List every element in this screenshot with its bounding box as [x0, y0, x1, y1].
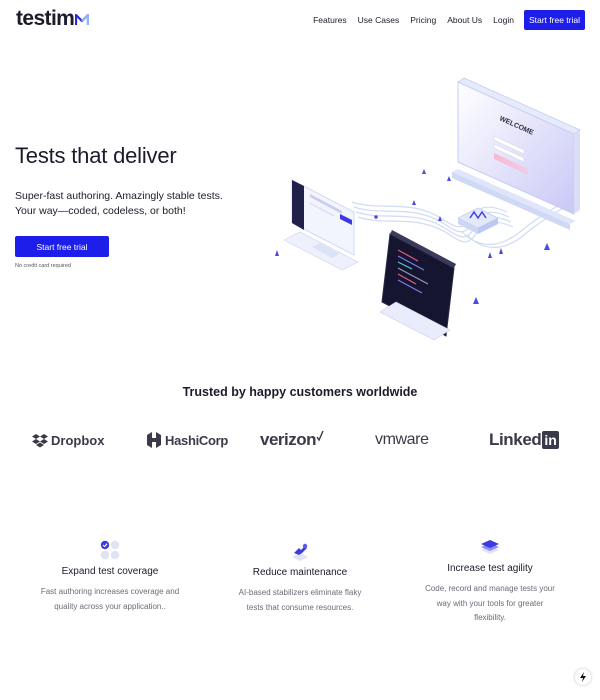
lightning-bolt-icon: [580, 672, 586, 682]
hashicorp-mark-icon: [147, 432, 161, 448]
left-monitor: [283, 179, 359, 271]
nav-login[interactable]: Login: [493, 15, 514, 25]
feature-desc-line: tests that consume resources.: [246, 602, 354, 612]
verizon-check-icon: [316, 430, 324, 442]
trusted-title: Trusted by happy customers worldwide: [182, 385, 418, 399]
coverage-icon: [100, 540, 120, 560]
feature-desc-line: Code, record and manage tests your: [425, 584, 555, 593]
customer-logos: Dropbox HashiCorp verizon vmware Linked …: [0, 424, 600, 456]
bolt-widget-button[interactable]: [575, 669, 591, 685]
agility-icon: [481, 540, 499, 554]
hashicorp-wordmark: HashiCorp: [165, 432, 229, 448]
no-credit-card-note: No credit card required: [15, 263, 71, 269]
vmware-wordmark: vmware: [375, 431, 429, 448]
linkedin-wordmark: Linked: [489, 430, 542, 449]
vmware-logo: vmware: [375, 424, 429, 456]
nav-use-cases[interactable]: Use Cases: [358, 15, 400, 25]
linkedin-logo: Linked in: [489, 424, 559, 456]
main-nav: Features Use Cases Pricing About Us Logi…: [302, 10, 585, 30]
feature-desc-line: Fast authoring increases coverage and: [40, 587, 180, 596]
hero-illustration: WELCOME: [275, 77, 581, 341]
testim-logo[interactable]: testim: [16, 7, 90, 30]
feature-description: Fast authoring increases coverage and qu…: [25, 585, 195, 614]
maintenance-icon: [292, 543, 308, 561]
feature-desc-line: way with your tools for greater: [436, 598, 544, 608]
decor-dot: [374, 215, 378, 219]
hero-start-trial-button[interactable]: Start free trial: [15, 236, 109, 257]
feature-title: Expand test coverage: [61, 566, 159, 577]
feature-description: AI-based stabilizers eliminate flaky tes…: [215, 586, 385, 615]
dropbox-wordmark: Dropbox: [51, 432, 105, 448]
feature-expand-coverage: Expand test coverage Fast authoring incr…: [25, 540, 195, 614]
feature-increase-agility: Increase test agility Code, record and m…: [405, 539, 575, 626]
nav-about-us[interactable]: About Us: [447, 15, 482, 25]
verizon-logo: verizon: [260, 424, 324, 456]
nav-features[interactable]: Features: [313, 15, 347, 25]
nav-pricing[interactable]: Pricing: [410, 15, 436, 25]
feature-desc-line: flexibility.: [474, 613, 506, 622]
logo-wordmark: testim: [16, 7, 75, 30]
verizon-wordmark: verizon: [260, 430, 317, 449]
hero-subtitle: Super-fast authoring. Amazingly stable t…: [15, 189, 223, 218]
hero-subtitle-line2: Your way—coded, codeless, or both!: [15, 204, 186, 217]
hashicorp-logo: HashiCorp: [146, 424, 228, 456]
feature-title: Reduce maintenance: [252, 567, 348, 578]
header-start-trial-button[interactable]: Start free trial: [523, 10, 585, 30]
feature-title: Increase test agility: [447, 563, 533, 574]
feature-description: Code, record and manage tests your way w…: [405, 582, 575, 626]
feature-desc-line: AI-based stabilizers eliminate flaky: [238, 588, 362, 597]
feature-reduce-maintenance: Reduce maintenance AI-based stabilizers …: [215, 541, 385, 615]
feature-desc-line: quality across your application..: [54, 601, 166, 611]
welcome-monitor: WELCOME: [452, 77, 581, 230]
site-header: testim Features Use Cases Pricing About …: [0, 0, 600, 40]
dropbox-box-icon: [32, 433, 48, 447]
linkedin-in-badge: in: [542, 431, 559, 449]
logo-m-icon: [75, 14, 90, 25]
code-monitor: [379, 230, 456, 341]
dropbox-logo: Dropbox: [31, 424, 104, 456]
hero-subtitle-line1: Super-fast authoring. Amazingly stable t…: [15, 190, 223, 202]
hero-title: Tests that deliver: [15, 143, 177, 168]
